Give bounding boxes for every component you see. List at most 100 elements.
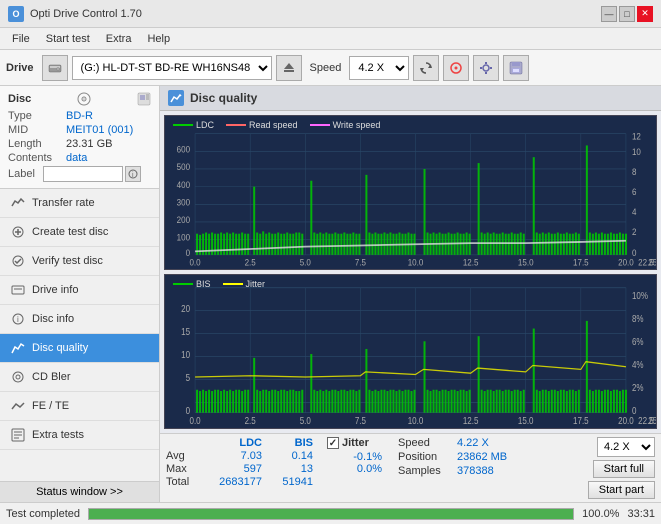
- svg-text:10%: 10%: [632, 290, 648, 301]
- svg-text:7.5: 7.5: [355, 257, 366, 268]
- speed-info: Speed 4.22 X Position 23862 MB Samples 3…: [398, 437, 512, 499]
- statusbar: Test completed 100.0% 33:31: [0, 502, 661, 524]
- sidebar-item-cd-bler[interactable]: CD Bler: [0, 363, 159, 392]
- transfer-rate-icon: [10, 195, 26, 211]
- drive-icon-btn[interactable]: [42, 55, 68, 81]
- svg-text:i: i: [17, 315, 19, 324]
- position-label: Position: [398, 451, 453, 463]
- mid-value: MEIT01 (001): [66, 124, 133, 136]
- jitter-header: Jitter: [342, 437, 369, 449]
- maximize-button[interactable]: □: [619, 6, 635, 22]
- total-ldc: 2683177: [207, 476, 262, 488]
- label-browse-button[interactable]: i: [125, 166, 141, 182]
- samples-value: 378388: [457, 465, 512, 477]
- svg-text:15: 15: [181, 326, 190, 337]
- speed-label-stat: Speed: [398, 437, 453, 449]
- drive-label: Drive: [6, 62, 34, 74]
- main-content: Disc Type BD-R MID: [0, 86, 661, 502]
- close-button[interactable]: ✕: [637, 6, 653, 22]
- eject-button[interactable]: [276, 55, 302, 81]
- type-value: BD-R: [66, 110, 93, 122]
- sidebar-item-verify-test-disc[interactable]: Verify test disc: [0, 247, 159, 276]
- length-label: Length: [8, 138, 66, 150]
- empty-col: [166, 437, 201, 449]
- jitter-checkbox[interactable]: ✓: [327, 437, 339, 449]
- sidebar-item-fe-te[interactable]: FE / TE: [0, 392, 159, 421]
- minimize-button[interactable]: —: [601, 6, 617, 22]
- bottom-chart-svg: 0 5 10 15 20 0 2% 4% 6% 8% 10% 0.0 2.5 5…: [165, 275, 656, 428]
- label-input[interactable]: [43, 166, 123, 182]
- legend-ldc: LDC: [173, 120, 214, 130]
- total-bis: 51941: [268, 476, 313, 488]
- svg-text:20: 20: [181, 303, 190, 314]
- top-chart: LDC Read speed Write speed: [164, 115, 657, 270]
- speed-select-toolbar[interactable]: 4.2 X: [349, 56, 409, 80]
- speed-select-stats[interactable]: 4.2 X: [597, 437, 655, 457]
- sidebar-item-drive-info[interactable]: Drive info: [0, 276, 159, 305]
- app-title: Opti Drive Control 1.70: [30, 8, 601, 20]
- sidebar-item-disc-quality[interactable]: Disc quality: [0, 334, 159, 363]
- drive-select[interactable]: (G:) HL-DT-ST BD-RE WH16NS48 1.D3: [72, 56, 272, 80]
- read-speed-legend-color: [226, 124, 246, 126]
- svg-text:20.0: 20.0: [618, 257, 634, 268]
- ldc-col-header: LDC: [207, 437, 262, 449]
- max-ldc: 597: [207, 463, 262, 475]
- sidebar-item-transfer-rate[interactable]: Transfer rate: [0, 189, 159, 218]
- settings-button[interactable]: [473, 55, 499, 81]
- start-full-button[interactable]: Start full: [593, 460, 655, 478]
- fe-te-icon: [10, 398, 26, 414]
- svg-text:2.5: 2.5: [245, 257, 256, 268]
- progress-bar-container: [88, 508, 574, 520]
- svg-text:0.0: 0.0: [189, 415, 200, 426]
- app-icon: O: [8, 6, 24, 22]
- refresh-button[interactable]: [413, 55, 439, 81]
- menu-help[interactable]: Help: [139, 31, 178, 47]
- svg-text:12.5: 12.5: [463, 415, 479, 426]
- type-label: Type: [8, 110, 66, 122]
- window-controls: — □ ✕: [601, 6, 653, 22]
- avg-label: Avg: [166, 450, 201, 462]
- svg-text:200: 200: [177, 214, 190, 225]
- sidebar-item-disc-info[interactable]: i Disc info: [0, 305, 159, 334]
- avg-ldc: 7.03: [207, 450, 262, 462]
- menu-file[interactable]: File: [4, 31, 38, 47]
- mid-label: MID: [8, 124, 66, 136]
- svg-text:6: 6: [632, 186, 637, 197]
- svg-text:4: 4: [632, 206, 637, 217]
- drive-info-icon: [10, 282, 26, 298]
- menu-start-test[interactable]: Start test: [38, 31, 98, 47]
- svg-text:25.0: 25.0: [648, 415, 656, 426]
- jitter-checkbox-row: ✓ Jitter: [327, 437, 382, 449]
- menubar: File Start test Extra Help: [0, 28, 661, 50]
- svg-text:100: 100: [177, 232, 190, 243]
- sidebar-item-extra-tests[interactable]: Extra tests: [0, 421, 159, 450]
- svg-text:6%: 6%: [632, 336, 644, 347]
- total-label: Total: [166, 476, 201, 488]
- save-button[interactable]: [503, 55, 529, 81]
- start-part-button[interactable]: Start part: [588, 481, 655, 499]
- svg-text:400: 400: [177, 179, 190, 190]
- sidebar-item-create-test-disc[interactable]: Create test disc: [0, 218, 159, 247]
- svg-text:5.0: 5.0: [300, 415, 311, 426]
- menu-extra[interactable]: Extra: [98, 31, 140, 47]
- max-label: Max: [166, 463, 201, 475]
- max-bis: 13: [268, 463, 313, 475]
- svg-text:17.5: 17.5: [573, 257, 589, 268]
- status-window-button[interactable]: Status window >>: [0, 481, 159, 502]
- jitter-column: ✓ Jitter -0.1% 0.0%: [327, 437, 382, 499]
- disc-button[interactable]: [443, 55, 469, 81]
- legend-write-speed: Write speed: [310, 120, 381, 130]
- legend-read-speed: Read speed: [226, 120, 298, 130]
- contents-label: Contents: [8, 152, 66, 164]
- bottom-chart-legend: BIS Jitter: [173, 279, 265, 289]
- svg-text:15.0: 15.0: [518, 257, 534, 268]
- top-chart-legend: LDC Read speed Write speed: [173, 120, 380, 130]
- samples-label: Samples: [398, 465, 453, 477]
- extra-tests-icon: [10, 427, 26, 443]
- svg-text:12.5: 12.5: [463, 257, 479, 268]
- svg-text:10.0: 10.0: [408, 415, 424, 426]
- speed-label: Speed: [310, 62, 342, 74]
- disc-section-title: Disc: [8, 93, 31, 105]
- svg-text:15.0: 15.0: [518, 415, 534, 426]
- disc-icon: [77, 92, 91, 106]
